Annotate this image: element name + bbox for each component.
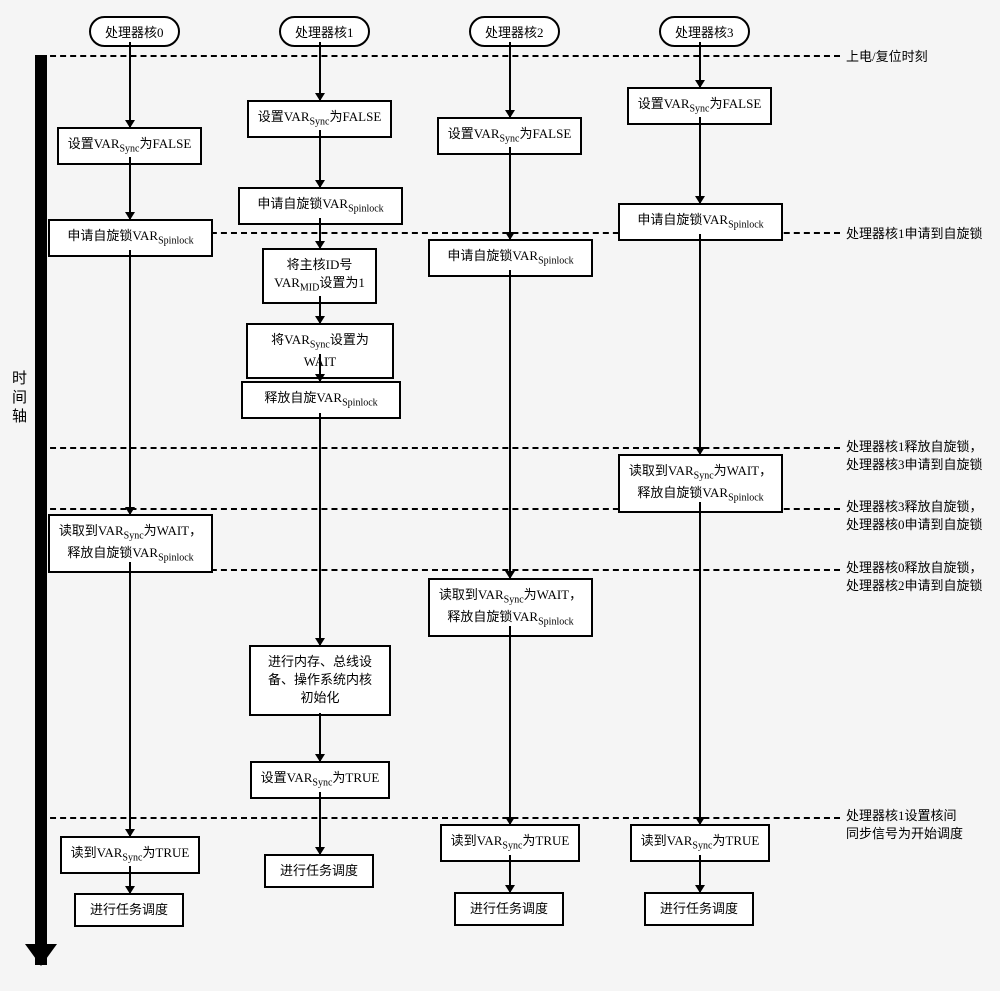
c3-schedule: 进行任务调度 [644,892,754,926]
c1-schedule: 进行任务调度 [264,854,374,888]
time-axis-label: 时间轴 [8,370,29,427]
arrow-down [319,296,321,323]
c2-schedule: 进行任务调度 [454,892,564,926]
arrow-down [129,42,131,127]
core-1-header: 处理器核1 [279,16,370,47]
arrow-down [509,855,511,892]
annotation: 处理器核1释放自旋锁， 处理器核3申请到自旋锁 [846,438,983,474]
time-axis [35,55,47,965]
arrow-down [319,413,321,645]
core-3-header: 处理器核3 [659,16,750,47]
c1-release-spinlock: 释放自旋VARSpinlock [241,381,401,419]
arrow-down [699,855,701,892]
core-0-header: 处理器核0 [89,16,180,47]
annotation: 处理器核3释放自旋锁， 处理器核0申请到自旋锁 [846,498,983,534]
arrow-down [319,218,321,248]
arrow-down [129,250,131,514]
arrow-down [509,42,511,117]
c0-schedule: 进行任务调度 [74,893,184,927]
annotation: 处理器核1申请到自旋锁 [846,225,983,243]
arrow-down [129,866,131,893]
arrow-down [129,562,131,836]
dashed-line [40,817,840,819]
arrow-down [699,234,701,454]
arrow-down [319,42,321,100]
arrow-down [509,270,511,578]
arrow-down [699,42,701,87]
annotation: 处理器核1设置核间 同步信号为开始调度 [846,807,963,843]
dashed-line [40,447,840,449]
arrow-down [319,130,321,187]
arrow-down [319,713,321,761]
core-2-header: 处理器核2 [469,16,560,47]
dashed-line [40,55,840,57]
arrow-down [699,502,701,824]
c1-init: 进行内存、总线设 备、操作系统内核 初始化 [249,645,391,716]
arrow-down [319,354,321,381]
annotation: 处理器核0释放自旋锁， 处理器核2申请到自旋锁 [846,559,983,595]
arrow-down [699,117,701,203]
arrow-down [319,792,321,854]
annotation: 上电/复位时刻 [846,48,928,66]
arrow-down [509,626,511,824]
arrow-down [509,147,511,239]
arrow-down [129,157,131,219]
